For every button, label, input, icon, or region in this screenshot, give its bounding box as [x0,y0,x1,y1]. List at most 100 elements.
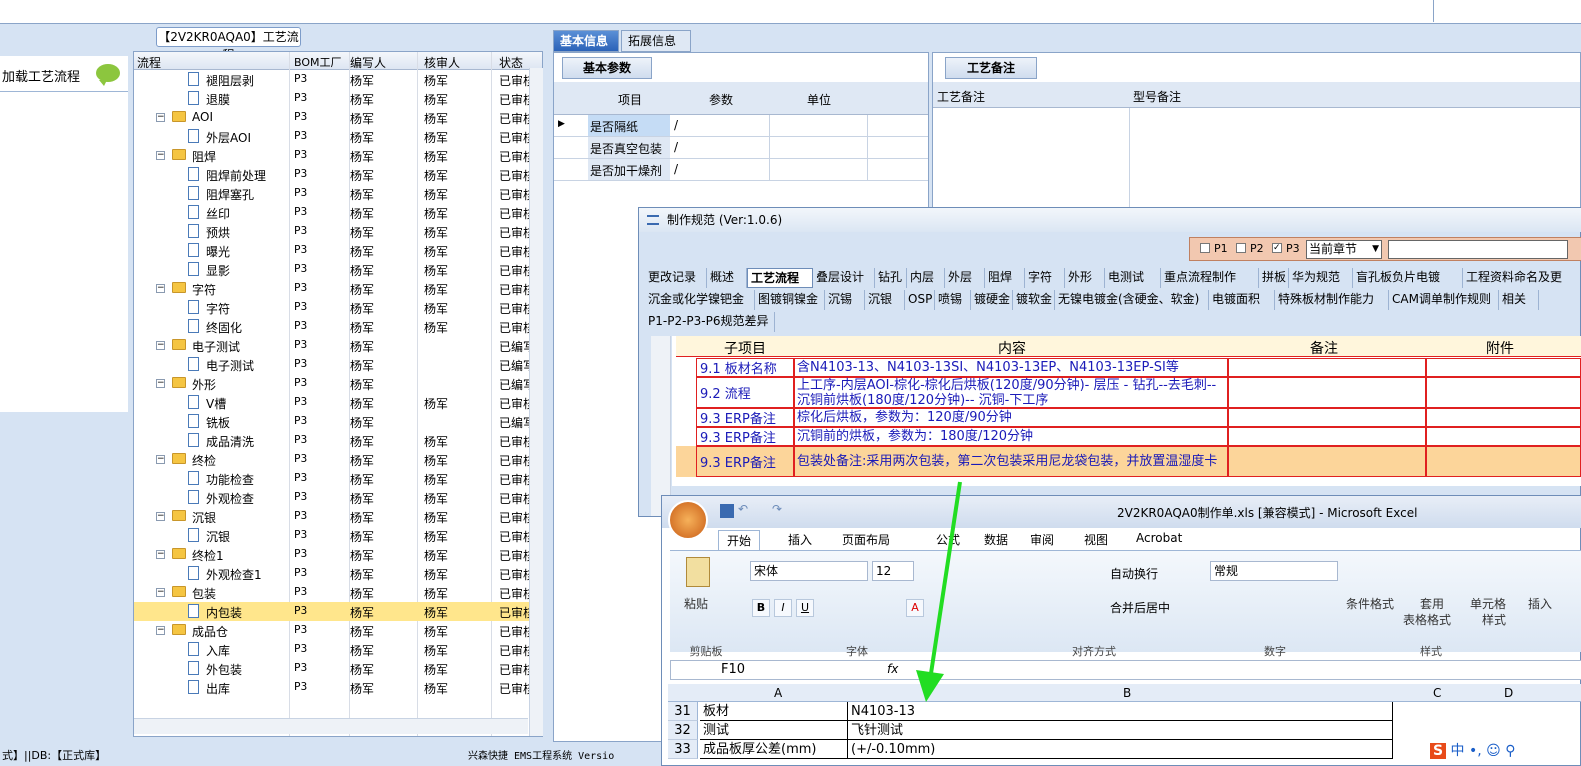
tabrow1-tab[interactable]: 更改记录 [645,268,707,288]
subtab-process-notes[interactable]: 工艺备注 [945,57,1037,79]
search-input[interactable] [1388,240,1568,259]
tabrow2-tab[interactable]: 喷锡 [935,290,971,310]
tabrow2-tab[interactable]: 镀软金 [1013,290,1055,310]
table-row[interactable]: 褪阻层剥 P3 杨军 杨军 已审核 [134,70,535,89]
basic-param[interactable]: / [670,137,770,158]
collapse-icon[interactable]: − [156,455,165,464]
tabrow1-tab[interactable]: 重点流程制作 [1161,268,1259,288]
table-row[interactable]: − 阻焊 P3 杨军 杨军 已审核 [134,146,535,165]
tabrow1-tab[interactable]: 阻焊 [985,268,1025,288]
spec-row[interactable]: 9.3 ERP备注 包装处备注:采用两次包装，第二次包装采用尼龙袋包装，并放置温湿… [676,446,1581,477]
underline-button[interactable]: U [796,599,814,617]
tabrow2-tab[interactable]: CAM调单制作规则 [1389,290,1499,310]
table-row[interactable]: 阻焊塞孔 P3 杨军 杨军 已审核 [134,184,535,203]
col-bom[interactable]: BOM工厂 [294,54,342,70]
cell-b[interactable]: 飞针测试 [848,721,1393,740]
spec-attachment[interactable] [1426,377,1581,408]
basic-unit[interactable] [770,115,868,136]
table-format-label[interactable]: 套用 [1420,595,1444,612]
tabrow1-tab[interactable]: 概述 [707,268,747,288]
spec-attachment[interactable] [1426,427,1581,446]
excel-tab[interactable]: 数据 [976,530,1016,549]
tabrow2-tab[interactable]: 无镍电镀金(含硬金、软金) [1055,290,1209,310]
tabrow1-tab[interactable]: 盲孔板负片电镀 [1353,268,1463,288]
col-header-d[interactable]: D [1504,686,1513,700]
italic-button[interactable]: I [774,599,792,617]
tabrow1-tab[interactable]: 工程资料命名及更 [1463,268,1581,288]
spec-row[interactable]: 9.2 流程 上工序-内层AOI-棕化-棕化后烘板(120度/90分钟)- 层压 … [676,377,1581,408]
tab-basic-info[interactable]: 基本信息 [553,30,619,52]
tabrow2-tab[interactable]: 电镀面积 [1209,290,1275,310]
basic-param-row[interactable]: 是否加干燥剂 / [554,159,928,181]
redo-icon[interactable]: ↷ [772,502,782,516]
wrap-text-label[interactable]: 自动换行 [1110,565,1158,582]
table-row[interactable]: 外层AOI P3 杨军 杨军 已审核 [134,127,535,146]
tree-vertical-scrollbar[interactable] [529,68,543,736]
tabrow1-tab[interactable]: 外层 [945,268,985,288]
collapse-icon[interactable]: − [156,113,165,122]
chapter-dropdown[interactable]: 当前章节 ▼ [1306,240,1382,259]
table-row[interactable]: − 沉银 P3 杨军 杨军 已审核 [134,507,535,526]
spec-row[interactable]: 9.1 板材名称 含N4103-13、N4103-13SI、N4103-13EP、… [676,358,1581,377]
row-number[interactable]: 33 [668,740,698,759]
tabrow1-tab[interactable]: 叠层设计 [813,268,875,288]
col-header-b[interactable]: B [1123,686,1131,700]
collapse-icon[interactable]: − [156,626,165,635]
spec-remark[interactable] [1228,377,1426,408]
save-icon[interactable] [720,504,734,518]
collapse-icon[interactable]: − [156,284,165,293]
col-flow[interactable]: 流程 [137,54,161,71]
tabrow1-tab[interactable]: 工艺流程 [747,268,813,288]
tabrow2-tab[interactable]: 沉金或化学镍钯金 [645,290,755,310]
filter-p3-checkbox[interactable]: ✓ [1272,243,1282,253]
subtab-basic-params[interactable]: 基本参数 [562,57,652,79]
basic-param[interactable]: / [670,115,770,136]
row-number[interactable]: 32 [668,721,698,740]
table-row[interactable]: 铣板 P3 杨军 已编写 [134,412,535,431]
table-row[interactable]: 终固化 P3 杨军 杨军 已审核 [134,317,535,336]
tabrow1-tab[interactable]: 字符 [1025,268,1065,288]
table-row[interactable]: 电子测试 P3 杨军 已编写 [134,355,535,374]
tabrow2-tab[interactable]: 镀硬金 [971,290,1013,310]
excel-tab[interactable]: 审阅 [1022,530,1062,549]
spec-remark[interactable] [1228,408,1426,427]
table-row[interactable]: V槽 P3 杨军 杨军 已审核 [134,393,535,412]
filter-p2-checkbox[interactable] [1236,243,1246,253]
basic-param-row[interactable]: ▶ 是否隔纸 / [554,115,928,137]
bold-button[interactable]: B [752,599,770,617]
tabrow1-tab[interactable]: 外形 [1065,268,1105,288]
collapse-icon[interactable]: − [156,550,165,559]
table-row[interactable]: 沉银 P3 杨军 杨军 已审核 [134,526,535,545]
tabrow1-tab[interactable]: 拼板 [1259,268,1289,288]
insert-cell-label[interactable]: 插入 [1528,595,1552,612]
table-row[interactable]: − 成品仓 P3 杨军 杨军 已审核 [134,621,535,640]
table-row[interactable]: 外包装 P3 杨军 杨军 已审核 [134,659,535,678]
tabrow1-tab[interactable]: 华为规范 [1289,268,1353,288]
collapse-icon[interactable]: − [156,588,165,597]
table-row[interactable]: 成品清洗 P3 杨军 杨军 已审核 [134,431,535,450]
conditional-format-label[interactable]: 条件格式 [1346,595,1394,612]
basic-unit[interactable] [770,137,868,158]
col-header-c[interactable]: C [1433,686,1441,700]
spec-attachment[interactable] [1426,446,1581,477]
table-row[interactable]: 预烘 P3 杨军 杨军 已审核 [134,222,535,241]
excel-tab[interactable]: 开始 [718,530,761,550]
col-writer[interactable]: 编写人 [350,54,386,71]
function-icon[interactable]: fx [887,662,898,676]
table-row[interactable]: 曝光 P3 杨军 杨军 已审核 [134,241,535,260]
spec-row[interactable]: 9.3 ERP备注 沉铜前的烘板，参数为：180度/120分钟 [676,427,1581,446]
table-row[interactable]: 显影 P3 杨军 杨军 已审核 [134,260,535,279]
table-row[interactable]: 阻焊前处理 P3 杨军 杨军 已审核 [134,165,535,184]
table-row[interactable]: 外观检查1 P3 杨军 杨军 已审核 [134,564,535,583]
table-row[interactable]: 出库 P3 杨军 杨军 已审核 [134,678,535,697]
tabrow1-tab[interactable]: 内层 [907,268,945,288]
spec-attachment[interactable] [1426,408,1581,427]
tab-extended-info[interactable]: 拓展信息 [621,30,691,52]
excel-tab[interactable]: Acrobat [1128,530,1190,546]
tabrow2-tab[interactable]: 图镀铜镍金 [755,290,825,310]
filter-p1-checkbox[interactable] [1200,243,1210,253]
table-row[interactable]: − 终检1 P3 杨军 杨军 已审核 [134,545,535,564]
undo-icon[interactable]: ↶ [738,502,748,516]
basic-unit[interactable] [770,159,868,180]
tabrow2-tab[interactable]: 相关 [1499,290,1539,310]
